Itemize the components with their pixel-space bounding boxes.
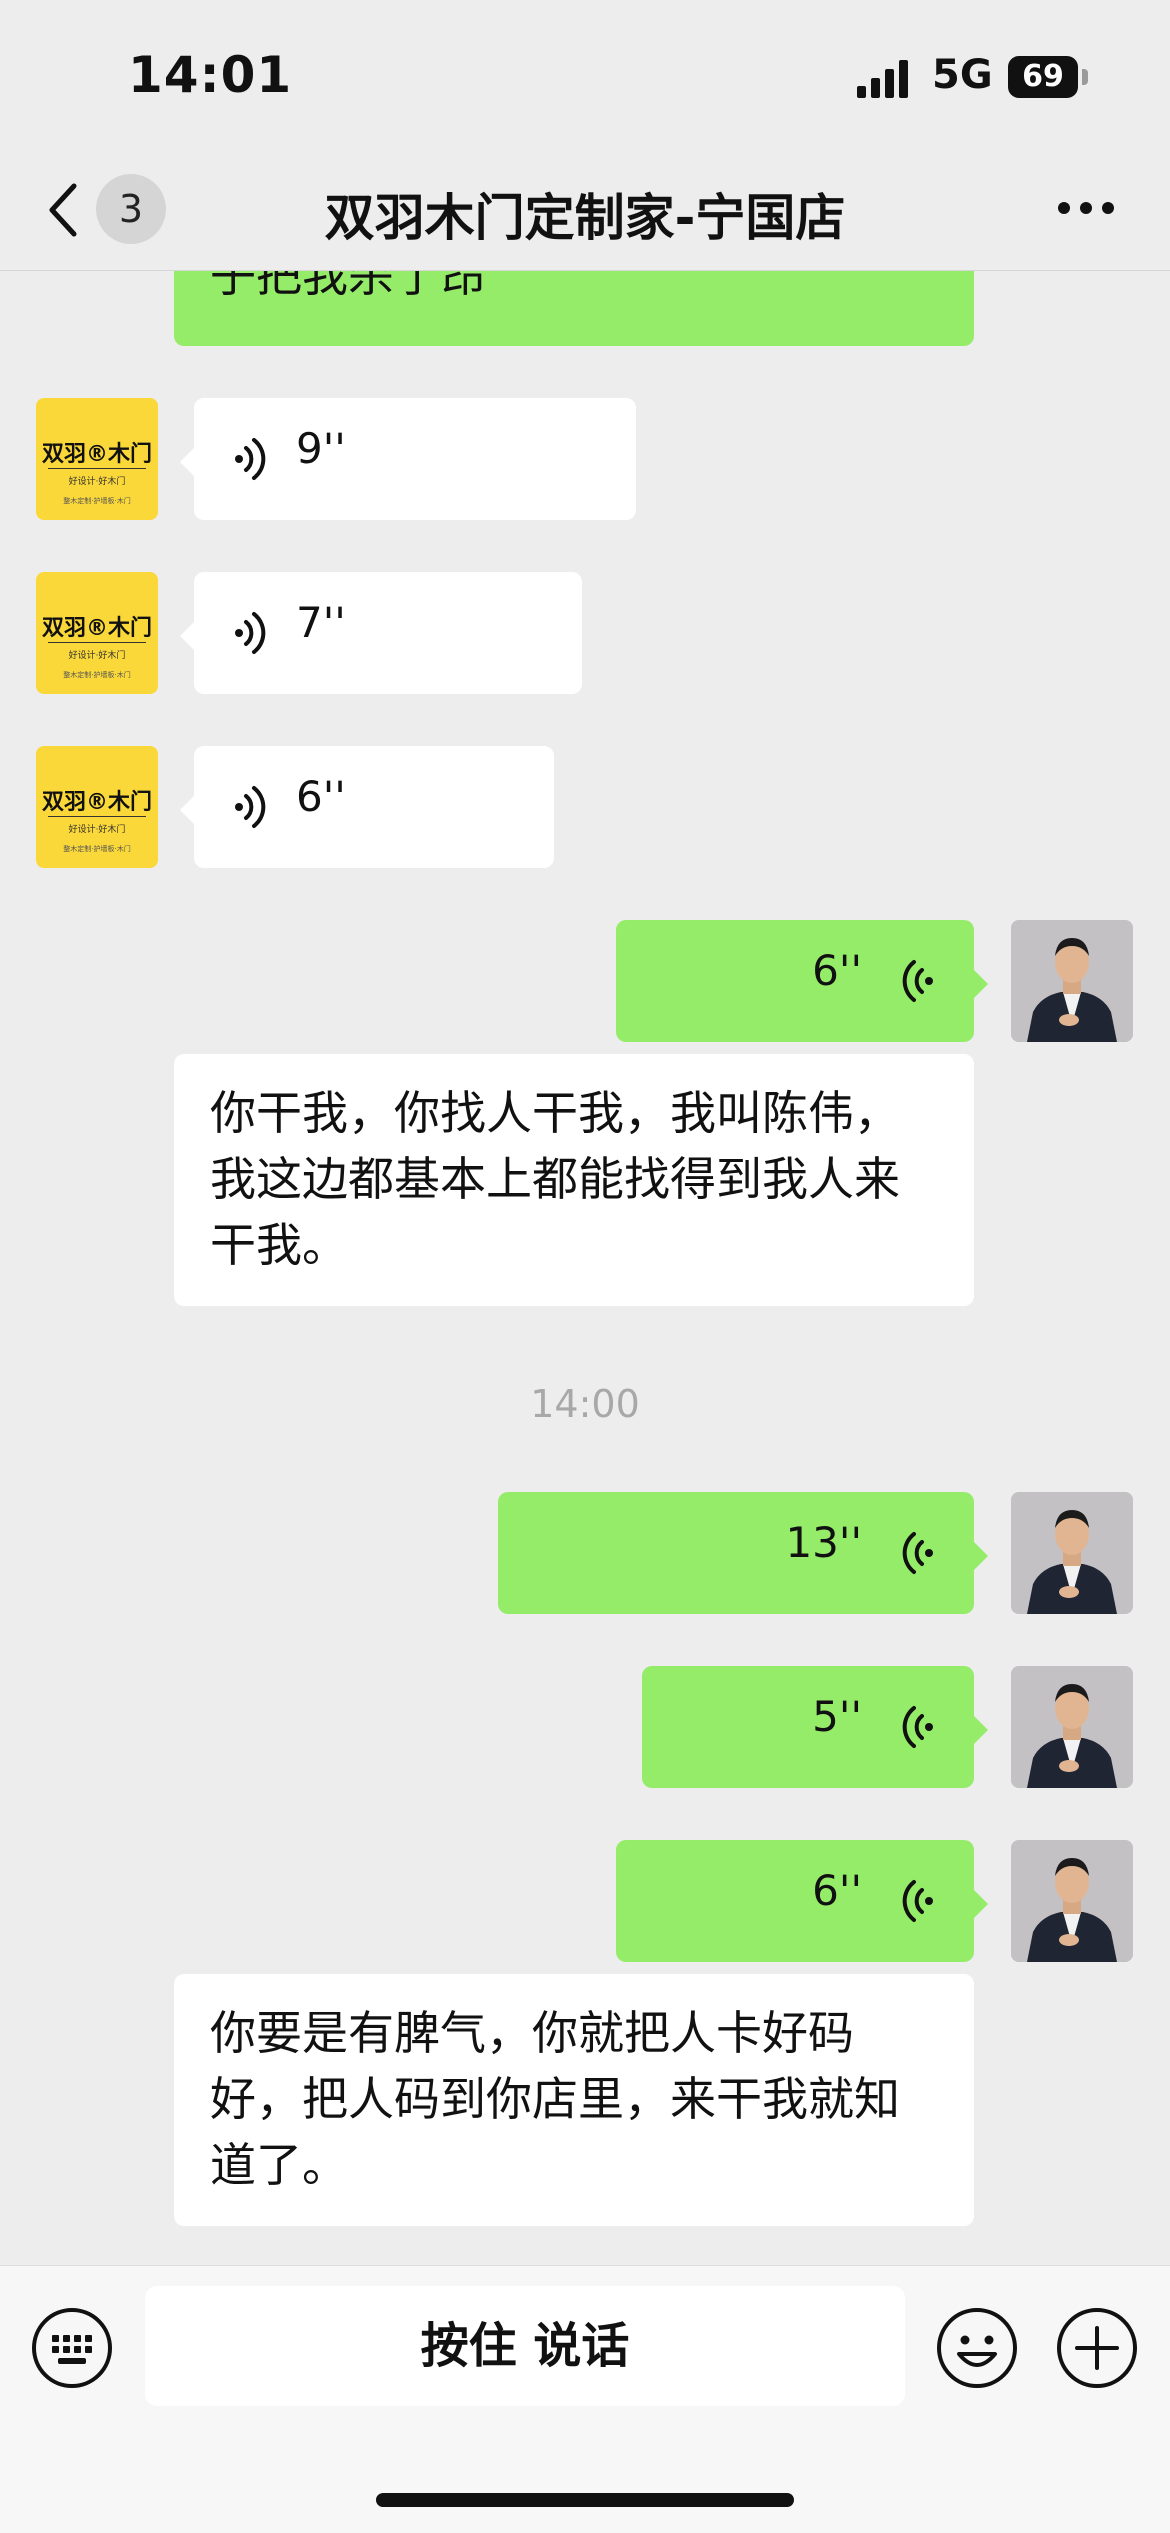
message-timestamp: 14:00 xyxy=(530,1382,640,1426)
hold-to-talk-button[interactable]: 按住 说话 xyxy=(145,2286,905,2406)
home-indicator[interactable] xyxy=(376,2493,794,2507)
voice-message-bubble[interactable]: 7'' xyxy=(180,572,582,694)
status-time: 14:01 xyxy=(128,46,293,104)
keyboard-icon[interactable] xyxy=(30,2306,114,2390)
voice-message-bubble[interactable]: 5'' xyxy=(642,1666,988,1788)
more-options-icon[interactable] xyxy=(1058,202,1114,216)
battery-icon: 69 xyxy=(1008,56,1088,98)
voice-waves-icon xyxy=(902,1532,933,1574)
voice-message-bubble[interactable]: 6'' xyxy=(180,746,554,868)
voice-transcript-text[interactable]: 你干我，你找人干我，我叫陈伟，我这边都基本上都能找得到我人来干我。 xyxy=(174,1054,974,1306)
person-photo-icon xyxy=(1011,920,1133,1042)
chat-header: 3 双羽木门定制家-宁国店 xyxy=(0,150,1170,271)
user-avatar[interactable] xyxy=(1011,1666,1133,1788)
voice-waves-icon xyxy=(235,612,266,654)
voice-message-bubble[interactable]: 13'' xyxy=(498,1492,988,1614)
chat-title: 双羽木门定制家-宁国店 xyxy=(324,189,846,247)
voice-transcript-text[interactable]: 你要是有脾气，你就把人卡好码好，把人码到你店里，来干我就知道了。 xyxy=(174,1974,974,2226)
voice-message-bubble[interactable]: 9'' xyxy=(180,398,636,520)
user-avatar[interactable] xyxy=(1011,920,1133,1042)
contact-avatar[interactable]: 双羽®木门 好设计·好木门 整木定制·护墙板·木门 xyxy=(36,398,158,520)
person-photo-icon xyxy=(1011,1492,1133,1614)
back-chevron-icon[interactable] xyxy=(44,182,84,238)
voice-waves-icon xyxy=(902,1706,933,1748)
battery-level: 69 xyxy=(1022,59,1064,94)
voice-message-bubble[interactable]: 6'' xyxy=(616,1840,988,1962)
network-label: 5G xyxy=(932,52,993,98)
contact-avatar[interactable]: 双羽®木门 好设计·好木门 整木定制·护墙板·木门 xyxy=(36,746,158,868)
input-bar: 按住 说话 xyxy=(0,2265,1170,2533)
user-avatar[interactable] xyxy=(1011,1840,1133,1962)
signal-icon xyxy=(857,60,908,98)
voice-waves-icon xyxy=(902,1880,933,1922)
status-bar: 14:01 5G 69 xyxy=(0,0,1170,150)
unread-count-badge[interactable]: 3 xyxy=(96,174,166,244)
contact-avatar[interactable]: 双羽®木门 好设计·好木门 整木定制·护墙板·木门 xyxy=(36,572,158,694)
voice-message-bubble[interactable]: 6'' xyxy=(616,920,988,1042)
plus-icon[interactable] xyxy=(1055,2306,1139,2390)
voice-waves-icon xyxy=(235,786,266,828)
message-bubble-text[interactable]: 子把我杀了昂 xyxy=(174,270,974,346)
user-avatar[interactable] xyxy=(1011,1492,1133,1614)
person-photo-icon xyxy=(1011,1840,1133,1962)
message-list[interactable]: 子把我杀了昂 双羽®木门 好设计·好木门 整木定制·护墙板·木门 9'' 双羽®… xyxy=(0,270,1170,2265)
emoji-icon[interactable] xyxy=(935,2306,1019,2390)
person-photo-icon xyxy=(1011,1666,1133,1788)
voice-waves-icon xyxy=(902,960,933,1002)
voice-waves-icon xyxy=(235,438,266,480)
